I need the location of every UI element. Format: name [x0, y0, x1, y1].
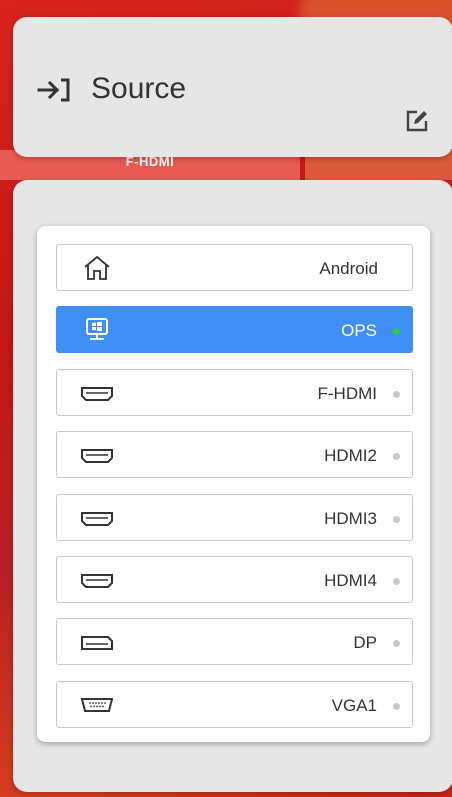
source-item-label: Android [319, 259, 378, 278]
source-list: Android OPS F-HDMI HDMI2 HDMI3 HDMI4 DP VGA1 [56, 244, 413, 743]
signal-status-dot [393, 390, 400, 398]
source-item-hdmi4[interactable]: HDMI4 [56, 555, 413, 603]
source-item-hdmi3[interactable]: HDMI3 [56, 493, 413, 541]
source-header-card: Source [13, 17, 452, 157]
source-item-label: HDMI3 [324, 508, 377, 528]
source-item-dp[interactable]: DP [56, 618, 413, 666]
source-item-android[interactable]: Android [56, 244, 413, 291]
signal-status-dot [393, 515, 400, 523]
source-item-label: VGA1 [331, 695, 377, 715]
source-item-ops[interactable]: OPS [56, 306, 413, 354]
source-item-label: OPS [341, 321, 377, 341]
signal-status-dot [393, 640, 400, 648]
edit-icon[interactable] [406, 110, 428, 132]
signal-status-dot [393, 702, 400, 710]
source-item-f-hdmi[interactable]: F-HDMI [56, 368, 413, 416]
hdmi-port-icon [81, 505, 113, 531]
vga-port-icon [80, 692, 114, 718]
source-item-hdmi2[interactable]: HDMI2 [56, 431, 413, 479]
source-item-label: HDMI2 [324, 446, 377, 466]
source-item-vga1[interactable]: VGA1 [56, 680, 413, 728]
source-item-label: HDMI4 [324, 570, 377, 590]
source-item-label: F-HDMI [317, 383, 377, 403]
signal-status-dot [393, 453, 400, 461]
signal-status-dot [393, 577, 400, 585]
source-item-label: DP [353, 633, 377, 653]
signal-status-dot [393, 328, 400, 336]
input-arrow-icon [37, 78, 70, 102]
source-list-panel: Android OPS F-HDMI HDMI2 HDMI3 HDMI4 DP VGA1 [37, 226, 430, 742]
page-title: Source [91, 72, 187, 105]
source-panel: Android OPS F-HDMI HDMI2 HDMI3 HDMI4 DP VGA1 [13, 180, 452, 792]
hdmi-port-icon [81, 567, 113, 593]
home-icon [81, 255, 113, 281]
displayport-icon [81, 629, 113, 655]
hdmi-port-icon [81, 380, 113, 406]
windows-pc-icon [81, 317, 113, 343]
hdmi-port-icon [81, 442, 113, 468]
